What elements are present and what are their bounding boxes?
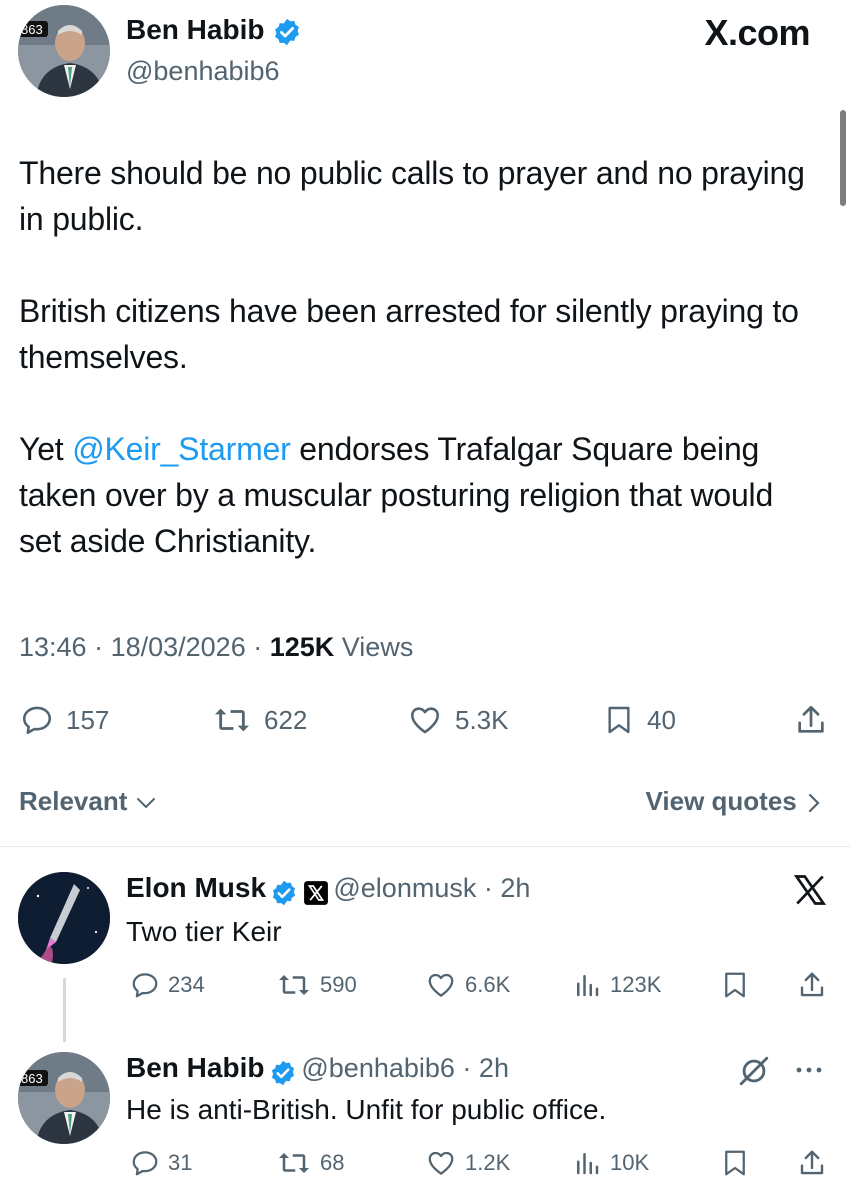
reply-header: Ben Habib @benhabib6 · 2h xyxy=(126,1052,509,1087)
views-count: 125K xyxy=(269,632,335,662)
like-button[interactable]: 5.3K xyxy=(407,703,509,737)
svg-text:863: 863 xyxy=(21,22,43,37)
repost-count: 68 xyxy=(320,1150,345,1175)
reply-repost-button[interactable]: 590 xyxy=(276,970,357,1000)
heart-icon xyxy=(428,1151,454,1175)
view-quotes-label: View quotes xyxy=(645,786,797,816)
like-count: 6.6K xyxy=(465,972,511,997)
page-scrollbar[interactable] xyxy=(840,110,846,206)
reply-author-handle[interactable]: @elonmusk xyxy=(333,873,476,903)
reply-icon xyxy=(132,1151,158,1176)
section-divider xyxy=(0,846,850,847)
author-avatar[interactable]: 863 xyxy=(18,5,110,97)
verified-badge-icon xyxy=(275,18,300,45)
reply-reply-button[interactable]: 234 xyxy=(130,970,205,1000)
thread-connector-line xyxy=(63,978,66,1042)
analytics-icon xyxy=(577,1153,599,1175)
x-affiliate-badge-icon xyxy=(304,880,328,905)
site-logo: X.com xyxy=(704,12,810,53)
heart-icon xyxy=(428,973,454,997)
heart-icon xyxy=(410,707,440,734)
repost-icon xyxy=(215,708,249,732)
svg-text:863: 863 xyxy=(21,1071,43,1086)
separator-dot: · xyxy=(245,632,270,662)
more-options-icon[interactable] xyxy=(792,1058,826,1082)
views-label: Views xyxy=(341,632,414,662)
repost-count: 622 xyxy=(264,704,308,735)
separator-dot: · xyxy=(454,1053,479,1083)
author-name-row[interactable]: Ben Habib xyxy=(126,14,302,47)
author-avatar-image: 863 xyxy=(18,5,110,97)
reply-repost-button[interactable]: 68 xyxy=(276,1148,344,1178)
mention-link[interactable]: @Keir_Starmer xyxy=(72,431,291,467)
share-icon[interactable] xyxy=(797,970,827,1000)
reply-button[interactable]: 157 xyxy=(20,703,109,737)
separator-dot: · xyxy=(86,632,111,662)
share-icon xyxy=(798,705,824,733)
repost-icon xyxy=(279,1153,309,1173)
reply-time[interactable]: 2h xyxy=(479,1053,509,1083)
reply-reply-button[interactable]: 31 xyxy=(130,1148,192,1178)
repost-icon xyxy=(279,975,309,995)
share-icon[interactable] xyxy=(797,1148,827,1178)
tweet-timestamp-row: 13:46 · 18/03/2026 · 125K Views xyxy=(19,632,413,663)
reply-avatar-image xyxy=(18,872,110,964)
reply-views-button[interactable]: 123K xyxy=(572,970,661,1000)
reply-count: 157 xyxy=(66,704,110,735)
reply-text: Two tier Keir xyxy=(126,916,282,947)
verified-badge-icon xyxy=(271,1060,295,1086)
sort-dropdown[interactable]: Relevant xyxy=(19,786,157,817)
views-count: 10K xyxy=(610,1150,650,1175)
share-button[interactable] xyxy=(794,703,828,737)
tweet-date[interactable]: 18/03/2026 xyxy=(111,632,246,662)
reply-time[interactable]: 2h xyxy=(500,873,530,903)
reply-author-handle[interactable]: @benhabib6 xyxy=(301,1053,455,1083)
reply-avatar[interactable] xyxy=(18,872,110,964)
author-handle[interactable]: @benhabib6 xyxy=(126,56,280,87)
verified-badge-icon xyxy=(273,880,296,906)
bookmark-button[interactable]: 40 xyxy=(603,703,676,737)
bookmark-icon[interactable] xyxy=(720,970,750,1000)
views-count: 123K xyxy=(610,972,662,997)
tweet-paragraph: British citizens have been arrested for … xyxy=(19,293,799,375)
tweet-text: There should be no public calls to praye… xyxy=(19,150,819,564)
bookmark-count: 40 xyxy=(647,704,676,735)
grok-icon[interactable] xyxy=(737,1054,771,1088)
reply-text: He is anti-British. Unfit for public off… xyxy=(126,1094,607,1125)
reply-icon xyxy=(132,973,158,998)
like-count: 1.2K xyxy=(465,1150,511,1175)
reply-count: 234 xyxy=(168,972,205,997)
sort-label: Relevant xyxy=(19,786,128,816)
analytics-icon xyxy=(577,975,599,997)
x-logo-icon xyxy=(793,875,827,905)
reply-avatar[interactable]: 863 xyxy=(18,1052,110,1144)
repost-button[interactable]: 622 xyxy=(212,703,307,737)
author-name[interactable]: Ben Habib xyxy=(126,14,264,45)
reply-like-button[interactable]: 1.2K xyxy=(425,1148,510,1178)
reply-author-name[interactable]: Elon Musk xyxy=(126,872,266,903)
paragraph-prefix: Yet xyxy=(19,431,73,467)
bookmark-icon[interactable] xyxy=(720,1148,750,1178)
reply-views-button[interactable]: 10K xyxy=(572,1148,649,1178)
bookmark-icon xyxy=(608,706,630,734)
tweet-paragraph: There should be no public calls to praye… xyxy=(19,155,805,237)
repost-count: 590 xyxy=(320,972,357,997)
reply-like-button[interactable]: 6.6K xyxy=(425,970,510,1000)
chevron-right-icon xyxy=(808,794,820,813)
reply-author-name[interactable]: Ben Habib xyxy=(126,1052,264,1083)
reply-header: Elon Musk @elonmusk · 2h xyxy=(126,872,530,907)
reply-avatar-image: 863 xyxy=(18,1052,110,1144)
chevron-down-icon xyxy=(136,798,155,809)
tweet-time[interactable]: 13:46 xyxy=(19,632,87,662)
tweet-paragraph: Yet @Keir_Starmer endorses Trafalgar Squ… xyxy=(19,426,819,564)
reply-icon xyxy=(22,706,52,735)
view-quotes-link[interactable]: View quotes xyxy=(646,786,824,817)
like-count: 5.3K xyxy=(455,704,509,735)
separator-dot: · xyxy=(476,873,501,903)
reply-count: 31 xyxy=(168,1150,193,1175)
